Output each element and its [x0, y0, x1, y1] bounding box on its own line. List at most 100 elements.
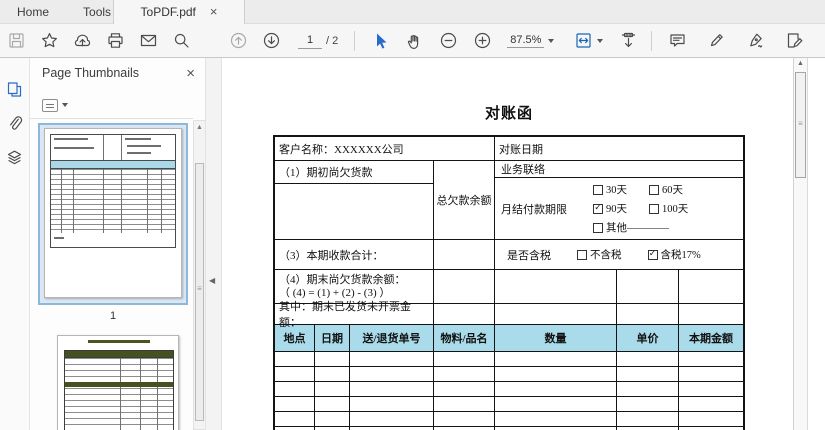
panel-title: Page Thumbnails	[42, 66, 140, 80]
favorites-button[interactable]	[36, 28, 62, 54]
checkbox-unchecked-icon	[649, 184, 659, 195]
main-toolbar: / 2 87.5%	[0, 24, 825, 58]
tax-cell: 是否含税 不含税 ✓ 含税17%	[495, 240, 743, 269]
payment-terms-label: 月结付款期限	[501, 203, 567, 216]
fill-sign-doc-icon	[787, 33, 803, 48]
empty-cell	[434, 240, 495, 269]
checkbox-unchecked-icon	[649, 203, 659, 214]
empty-cell	[679, 270, 743, 303]
checkbox-unchecked-icon	[593, 184, 603, 195]
scrolling-mode-button[interactable]	[615, 28, 641, 54]
payment-option-other: 其他————	[593, 220, 669, 235]
document-scroll-up-icon[interactable]: ▲	[794, 58, 807, 70]
checkbox-unchecked-icon	[577, 249, 587, 260]
page-total-label: / 2	[326, 34, 339, 47]
toolbar-divider	[651, 30, 653, 51]
page-thumbnails-panel: Page Thumbnails × 1 ▲ ≡	[30, 58, 206, 430]
opening-balance-cell: （1）期初尚欠货款	[275, 161, 433, 184]
search-icon	[174, 33, 189, 48]
comment-bubble-icon	[670, 34, 685, 47]
payment-option-90: ✓ 90天	[593, 203, 627, 215]
zoom-dropdown-caret-icon[interactable]	[548, 38, 555, 43]
panel-close-icon[interactable]: ×	[186, 65, 195, 82]
zoom-out-button[interactable]	[435, 28, 461, 54]
document-title: 对账函	[484, 106, 533, 122]
cursor-arrow-icon	[376, 33, 387, 49]
next-page-button[interactable]	[258, 28, 284, 54]
pane-splitter[interactable]: ◀	[205, 58, 222, 430]
empty-cell	[495, 304, 617, 324]
right-tools-strip	[807, 58, 825, 430]
highlighter-pen-icon	[710, 34, 723, 47]
tax-label: 是否含税	[507, 249, 551, 262]
scrollbar-grip-icon: ≡	[798, 119, 803, 128]
scrollbar-grip-icon: ≡	[197, 284, 202, 293]
fit-width-button[interactable]	[570, 28, 596, 54]
share-button[interactable]	[69, 28, 95, 54]
paperclip-icon	[10, 115, 23, 130]
star-icon	[41, 33, 57, 48]
checkbox-unchecked-icon	[593, 222, 603, 233]
checkbox-checked-icon: ✓	[647, 249, 658, 260]
sign-button[interactable]	[742, 28, 768, 54]
email-button[interactable]	[135, 28, 161, 54]
thumbnails-options-button[interactable]	[42, 96, 205, 114]
hand-tool-button[interactable]	[401, 28, 427, 54]
fill-and-sign-button[interactable]	[781, 28, 807, 54]
document-scrollbar[interactable]: ▲ ≡	[793, 58, 807, 430]
toolbar-divider	[354, 30, 356, 51]
current-receipts-cell: （3）本期收款合计：	[275, 240, 434, 269]
checkbox-checked-icon: ✓	[593, 203, 603, 214]
empty-cell	[495, 270, 617, 303]
layers-pane-button[interactable]	[2, 144, 28, 170]
statement-date-cell: 对账日期	[499, 143, 543, 156]
page-number-input[interactable]	[298, 32, 322, 49]
opening-balance-column: （1）期初尚欠货款	[275, 161, 434, 239]
detail-row	[275, 352, 743, 367]
scroll-page-icon	[621, 32, 636, 48]
panel-scroll-up-icon[interactable]: ▲	[194, 121, 205, 134]
save-icon	[8, 33, 24, 48]
tab-document[interactable]: ToPDF.pdf ×	[113, 0, 245, 24]
empty-cell	[617, 304, 679, 324]
page-down-icon	[263, 32, 279, 49]
envelope-icon	[140, 34, 156, 47]
thumbnail-page-2[interactable]	[57, 335, 179, 430]
business-contact-column: 业务联络 月结付款期限 30天 60天 ✓ 90天 100天 其他————	[495, 161, 743, 239]
save-button[interactable]	[3, 28, 29, 54]
zoom-level-value[interactable]: 87.5%	[507, 34, 545, 48]
uninvoiced-amount-cell: 其中：期末已发货未开票金额：	[275, 301, 434, 329]
tab-home[interactable]: Home	[0, 0, 66, 23]
minus-circle-icon	[440, 32, 456, 49]
page-thumbnails-icon	[7, 81, 22, 97]
print-button[interactable]	[102, 28, 128, 54]
detail-row	[275, 397, 743, 412]
detail-row	[275, 382, 743, 397]
fit-dropdown-caret-icon[interactable]	[597, 38, 604, 43]
payment-option-100: 100天	[649, 201, 688, 216]
panel-separator	[30, 118, 193, 119]
attachments-pane-button[interactable]	[2, 110, 28, 136]
comment-button[interactable]	[664, 28, 690, 54]
page-up-icon	[230, 32, 246, 49]
previous-page-button[interactable]	[225, 28, 251, 54]
plus-circle-icon	[474, 32, 490, 49]
zoom-in-button[interactable]	[469, 28, 495, 54]
tax-option-incl: ✓ 含税17%	[647, 249, 701, 261]
panel-scrollbar-thumb[interactable]: ≡	[195, 163, 204, 421]
layers-icon	[7, 150, 22, 164]
collapse-pane-icon[interactable]: ◀	[209, 276, 215, 285]
hand-icon	[407, 34, 418, 49]
document-scrollbar-thumb[interactable]: ≡	[795, 72, 806, 178]
tab-close-icon[interactable]: ×	[210, 5, 218, 18]
payment-option-60: 60天	[649, 182, 683, 197]
fountain-pen-icon	[750, 33, 763, 48]
options-list-icon	[42, 98, 58, 112]
tab-document-label: ToPDF.pdf	[140, 5, 196, 19]
thumbnail-page-1-preview	[44, 128, 182, 298]
search-button[interactable]	[168, 28, 194, 54]
thumbnail-page-1[interactable]	[38, 123, 188, 305]
page-thumbnails-pane-button[interactable]	[2, 76, 28, 102]
highlight-button[interactable]	[703, 28, 729, 54]
select-tool-button[interactable]	[367, 28, 393, 54]
